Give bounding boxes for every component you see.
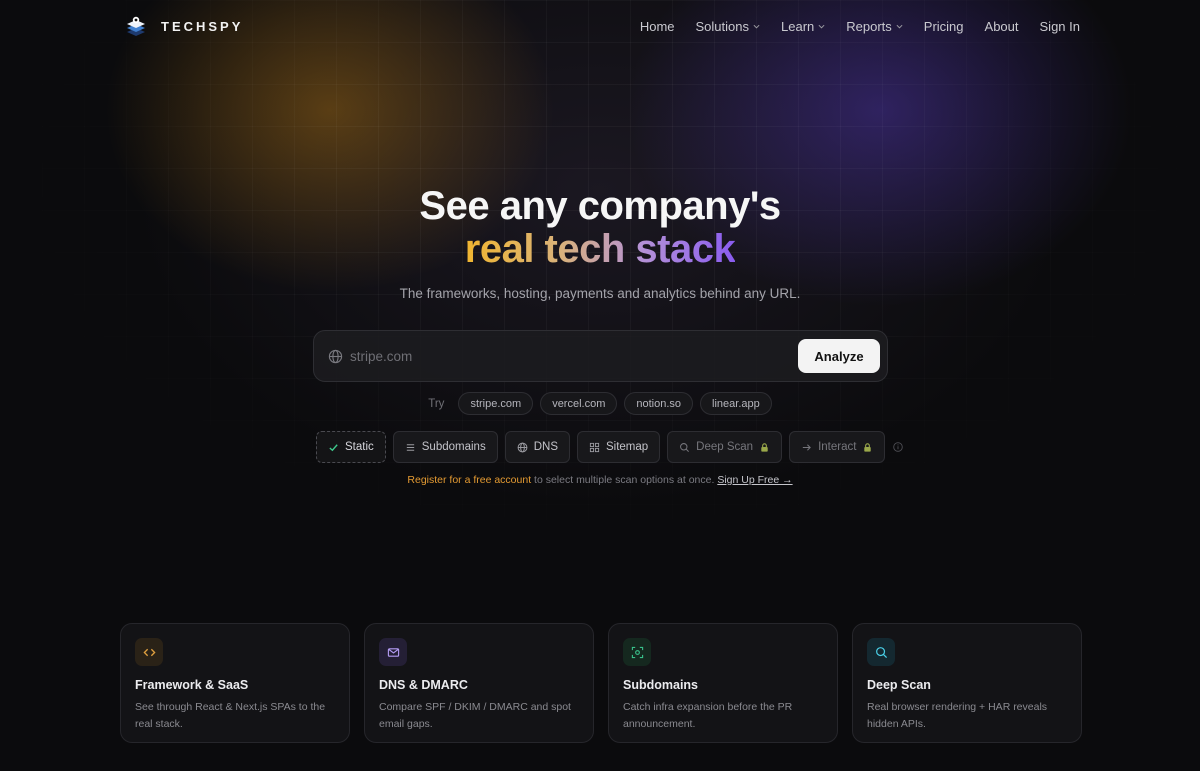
hero-title-line2: real tech stack (0, 227, 1200, 271)
search-icon (875, 646, 887, 658)
nav-pricing[interactable]: Pricing (924, 19, 964, 34)
option-static[interactable]: Static (316, 431, 386, 463)
arrow-right-icon (802, 443, 811, 451)
option-subdomains-label: Subdomains (421, 441, 486, 453)
try-examples: Try stripe.com vercel.com notion.so line… (0, 392, 1200, 415)
top-navbar: TECHSPY Home Solutions Learn Reports Pri… (0, 0, 1200, 52)
feature-card-framework: Framework & SaaS See through React & Nex… (120, 623, 350, 743)
card-description: Catch infra expansion before the PR anno… (623, 701, 793, 730)
nav-home[interactable]: Home (640, 19, 675, 34)
card-icon-wrap (379, 638, 407, 666)
option-interact-label: Interact (818, 441, 857, 453)
grid-icon (589, 442, 600, 452)
card-description: Compare SPF / DKIM / DMARC and spot emai… (379, 701, 571, 730)
option-dns[interactable]: DNS (504, 431, 570, 463)
try-label: Try (428, 397, 445, 410)
nav-about-label: About (984, 18, 1019, 34)
logo-icon (127, 16, 145, 36)
nav-about[interactable]: About (985, 19, 1019, 34)
nav-sign-in[interactable]: Sign In (1040, 19, 1080, 34)
try-chip-notion[interactable]: notion.so (624, 392, 694, 415)
lock-icon (761, 442, 768, 452)
globe-icon (517, 442, 528, 452)
chevron-down-icon (896, 24, 903, 29)
analyze-button[interactable]: Analyze (798, 339, 880, 373)
nav-pricing-label: Pricing (923, 18, 964, 34)
feature-cards: Framework & SaaS See through React & Nex… (120, 623, 1082, 743)
nav-reports[interactable]: Reports (846, 19, 903, 34)
feature-card-deep-scan: Deep Scan Real browser rendering + HAR r… (852, 623, 1082, 743)
brand-name: TECHSPY (161, 18, 244, 34)
feature-card-subdomains: Subdomains Catch infra expansion before … (608, 623, 838, 743)
nav-learn[interactable]: Learn (781, 19, 825, 34)
card-icon-wrap (623, 638, 651, 666)
card-icon-wrap (135, 638, 163, 666)
register-link[interactable]: Register for a free account (407, 474, 531, 486)
card-title: DNS & DMARC (379, 678, 468, 692)
option-sitemap[interactable]: Sitemap (576, 431, 661, 463)
scan-icon (631, 646, 643, 658)
option-deep-scan[interactable]: Deep Scan (667, 431, 783, 463)
nav-learn-label: Learn (781, 18, 815, 34)
option-static-label: Static (345, 441, 374, 453)
card-icon-wrap (867, 638, 895, 666)
info-icon[interactable] (893, 442, 904, 452)
card-title: Subdomains (623, 678, 699, 692)
try-chip-linear[interactable]: linear.app (700, 392, 772, 415)
hero-title-line1: See any company's (419, 184, 781, 228)
scan-options: Static Subdomains DNS Sitemap Deep Scan … (316, 431, 904, 463)
option-dns-label: DNS (533, 441, 558, 453)
hero-subtitle: The frameworks, hosting, payments and an… (399, 286, 801, 301)
option-subdomains[interactable]: Subdomains (392, 431, 498, 463)
check-icon (329, 443, 338, 451)
chevron-down-icon (818, 24, 825, 29)
nav-sign-in-label: Sign In (1039, 18, 1080, 34)
globe-icon (328, 349, 343, 363)
search-icon (680, 442, 690, 452)
mail-icon (387, 647, 399, 657)
nav-links: Home Solutions Learn Reports Pricing Abo… (640, 19, 1080, 34)
url-input[interactable] (350, 348, 798, 364)
hero-title-gradient: real tech stack (464, 227, 736, 271)
feature-card-dns: DNS & DMARC Compare SPF / DKIM / DMARC a… (364, 623, 594, 743)
register-text: to select multiple scan options at once. (531, 474, 718, 486)
nav-solutions[interactable]: Solutions (696, 19, 760, 34)
list-icon (406, 443, 414, 451)
brand[interactable]: TECHSPY (125, 15, 243, 37)
try-chip-stripe[interactable]: stripe.com (458, 392, 534, 415)
card-title: Framework & SaaS (135, 678, 249, 692)
url-search-bar: Analyze (313, 330, 888, 382)
code-icon (142, 648, 156, 656)
chevron-down-icon (753, 24, 760, 29)
lock-icon (864, 442, 872, 452)
nav-solutions-label: Solutions (695, 18, 749, 34)
card-description: Real browser rendering + HAR reveals hid… (867, 701, 1048, 730)
try-chip-vercel[interactable]: vercel.com (540, 392, 618, 415)
nav-home-label: Home (639, 18, 675, 34)
card-title: Deep Scan (867, 678, 931, 692)
option-deep-scan-label: Deep Scan (696, 441, 754, 453)
register-notice: Register for a free account to select mu… (0, 474, 1200, 486)
option-interact[interactable]: Interact (789, 431, 886, 463)
nav-reports-label: Reports (846, 18, 892, 34)
card-description: See through React & Next.js SPAs to the … (135, 701, 326, 730)
sign-up-free-link[interactable]: Sign Up Free → (717, 474, 792, 486)
option-sitemap-label: Sitemap (605, 441, 649, 453)
